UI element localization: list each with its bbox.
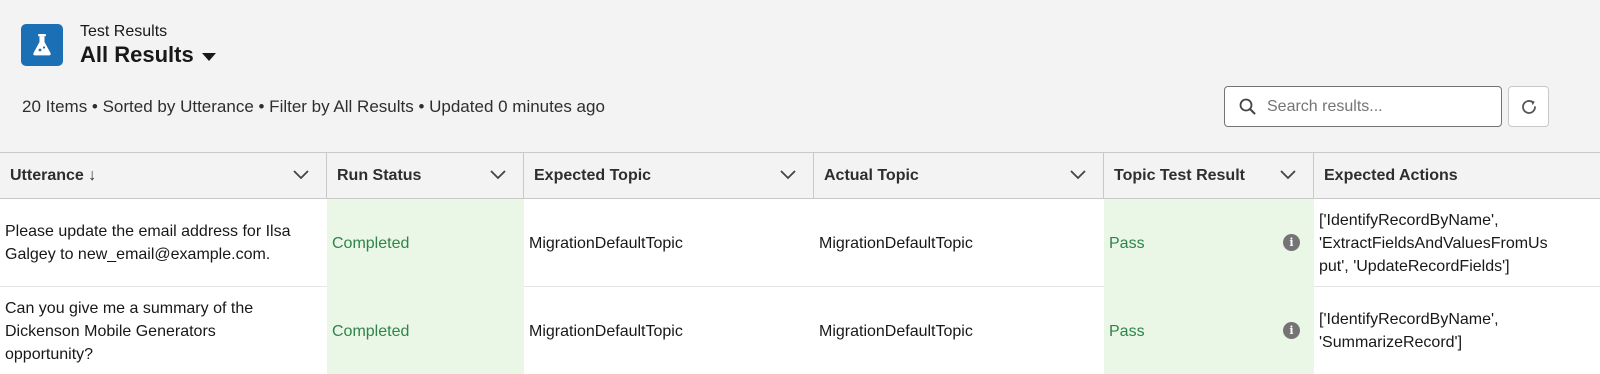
- column-label: Expected Topic: [534, 167, 652, 184]
- chevron-down-icon[interactable]: [292, 169, 310, 181]
- refresh-button[interactable]: [1508, 86, 1549, 127]
- actions-text: 'ExtractFieldsAndValuesFromUs: [1319, 234, 1548, 252]
- run-status-cell: Completed: [327, 287, 524, 374]
- utterance-cell: Please update the email address for Ilsa…: [0, 199, 327, 287]
- results-table: Utterance ↓ Run Status Expected Topic Ac…: [0, 152, 1600, 374]
- actions-text: ['IdentifyRecordByName',: [1319, 211, 1499, 229]
- chevron-down-icon[interactable]: [1069, 169, 1087, 181]
- utterance-text: Can you give me a summary of the: [5, 299, 254, 317]
- utterance-text: opportunity?: [5, 345, 94, 363]
- column-label: Topic Test Result: [1114, 167, 1245, 184]
- column-header-expected-topic[interactable]: Expected Topic: [524, 153, 814, 199]
- table-row: Please update the email address for Ilsa…: [0, 199, 1600, 287]
- actual-topic-text: MigrationDefaultTopic: [819, 322, 973, 340]
- info-icon[interactable]: i: [1283, 322, 1300, 339]
- expected-topic-text: MigrationDefaultTopic: [529, 322, 683, 340]
- column-header-actual-topic[interactable]: Actual Topic: [814, 153, 1104, 199]
- utterance-text: Galgey to new_email@example.com.: [5, 246, 271, 263]
- actions-text: put', 'UpdateRecordFields']: [1319, 257, 1510, 275]
- actual-topic-cell: MigrationDefaultTopic: [814, 199, 1104, 287]
- utterance-cell: Can you give me a summary of the Dickens…: [0, 287, 327, 374]
- column-header-utterance[interactable]: Utterance ↓: [0, 153, 327, 199]
- search-box[interactable]: [1224, 86, 1502, 127]
- run-status-text: Completed: [332, 234, 410, 252]
- topic-result-cell: Pass i: [1104, 199, 1314, 287]
- list-view-title: All Results: [80, 42, 194, 67]
- table-header: Utterance ↓ Run Status Expected Topic Ac…: [0, 153, 1600, 199]
- utterance-text: Please update the email address for Ilsa: [5, 223, 291, 240]
- column-label: Actual Topic: [824, 167, 919, 184]
- list-meta-info: 20 Items • Sorted by Utterance • Filter …: [22, 97, 605, 116]
- column-label: Run Status: [337, 167, 422, 184]
- topic-result-cell: Pass i: [1104, 287, 1314, 374]
- run-status-text: Completed: [332, 322, 410, 340]
- topic-result-text: Pass: [1109, 322, 1145, 340]
- column-label: Utterance ↓: [10, 167, 97, 184]
- column-header-run-status[interactable]: Run Status: [327, 153, 524, 199]
- expected-actions-cell: ['IdentifyRecordByName', 'ExtractFieldsA…: [1314, 199, 1600, 287]
- chevron-down-icon[interactable]: [1279, 169, 1297, 181]
- page-header: Test Results All Results 20 Items • Sort…: [0, 0, 1600, 152]
- actions-text: ['IdentifyRecordByName',: [1319, 311, 1499, 328]
- actual-topic-cell: MigrationDefaultTopic: [814, 287, 1104, 374]
- expected-topic-cell: MigrationDefaultTopic: [524, 287, 814, 374]
- actions-text: 'SummarizeRecord']: [1319, 334, 1463, 351]
- search-input[interactable]: [1267, 97, 1487, 116]
- list-view-selector[interactable]: All Results: [80, 42, 216, 68]
- column-label: Expected Actions: [1324, 167, 1458, 184]
- chevron-down-icon[interactable]: [779, 169, 797, 181]
- table-row: Can you give me a summary of the Dickens…: [0, 287, 1600, 374]
- topic-result-text: Pass: [1109, 234, 1145, 252]
- column-header-topic-test-result[interactable]: Topic Test Result: [1104, 153, 1314, 199]
- expected-topic-cell: MigrationDefaultTopic: [524, 199, 814, 287]
- run-status-cell: Completed: [327, 199, 524, 287]
- expected-actions-cell: ['IdentifyRecordByName', 'SummarizeRecor…: [1314, 287, 1600, 374]
- info-icon[interactable]: i: [1283, 234, 1300, 251]
- expected-topic-text: MigrationDefaultTopic: [529, 234, 683, 252]
- object-label: Test Results: [80, 23, 168, 40]
- actual-topic-text: MigrationDefaultTopic: [819, 234, 973, 252]
- column-header-expected-actions[interactable]: Expected Actions: [1314, 153, 1600, 199]
- chevron-down-icon[interactable]: [489, 169, 507, 181]
- caret-down-icon[interactable]: [201, 53, 216, 61]
- refresh-icon: [1521, 99, 1536, 114]
- utterance-text: Dickenson Mobile Generators: [5, 322, 216, 340]
- flask-icon: [21, 24, 63, 66]
- search-icon: [1239, 98, 1256, 115]
